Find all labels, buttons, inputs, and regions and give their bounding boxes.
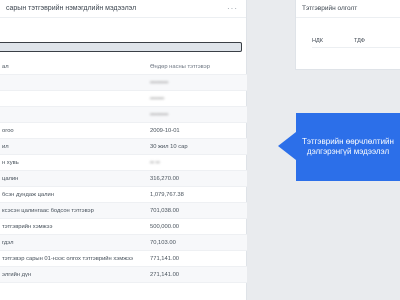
table-row: ••••••••• <box>0 107 247 123</box>
row-value: 316,270.00 <box>150 175 180 182</box>
row-value: 30 жил 10 сар <box>150 143 188 150</box>
table-row: бсэн дундаж цалин 1,079,767.38 <box>0 187 247 203</box>
row-value: 1,079,767.38 <box>150 191 184 198</box>
table-row: гдэл 70,103.00 <box>0 235 247 251</box>
table-row: цалин 316,270.00 <box>0 171 247 187</box>
row-value-redacted: ••••••••• <box>150 111 169 118</box>
column-headers: НДК ТДФ <box>312 38 400 48</box>
row-value: Өндөр насны тэтгэвэр <box>150 63 210 70</box>
info-table: ал Өндөр насны тэтгэвэр ••••••••• ••••••… <box>0 59 247 283</box>
row-label: н хувь <box>2 159 19 166</box>
row-value: 771,141.00 <box>150 255 180 262</box>
row-label: цалин <box>2 175 19 182</box>
row-label: бсэн дундаж цалин <box>2 191 54 198</box>
row-label: огоо <box>2 127 14 134</box>
dots-menu-icon[interactable]: ··· <box>227 4 238 13</box>
pension-payment-panel: Тэтгэврийн олголт НДК ТДФ <box>295 0 400 70</box>
column-header-tdf: ТДФ <box>354 38 365 44</box>
row-value: 70,103.00 <box>150 239 176 246</box>
row-value: 701,038.00 <box>150 207 180 214</box>
table-row: н хувь •• •• <box>0 155 247 171</box>
callout-box: Тэтгэврийн өөрчлөлтийн дэлгэрэнгүй мэдээ… <box>296 113 400 181</box>
row-value: 2009-10-01 <box>150 127 180 134</box>
table-row: ксэсэн цалингаас бодсон тэтгэвэр 701,038… <box>0 203 247 219</box>
panel-header: Тэтгэврийн олголт <box>296 0 400 18</box>
row-value-redacted: •• •• <box>150 159 160 166</box>
row-label: элгийн дүн <box>2 271 32 278</box>
row-label: ал <box>2 63 9 70</box>
row-label: ксэсэн цалингаас бодсон тэтгэвэр <box>2 207 94 214</box>
table-row: ал Өндөр насны тэтгэвэр <box>0 59 247 75</box>
row-value: 271,141.00 <box>150 271 180 278</box>
row-label: ил <box>2 143 9 150</box>
highlighted-row[interactable] <box>0 42 242 52</box>
row-label: тэтгэврийн хэмжээ <box>2 223 53 230</box>
panel-header: сарын тэтгэврийн нэмэгдлийн мэдээлэл ··· <box>0 0 246 18</box>
pension-increase-panel: сарын тэтгэврийн нэмэгдлийн мэдээлэл ···… <box>0 0 247 300</box>
table-row: ••••••• <box>0 91 247 107</box>
callout-text: Тэтгэврийн өөрчлөлтийн дэлгэрэнгүй мэдээ… <box>302 137 394 156</box>
row-value-redacted: ••••••••• <box>150 79 169 86</box>
row-value-redacted: ••••••• <box>150 95 165 102</box>
column-header-ndk: НДК <box>312 38 323 44</box>
table-row: тэтгэврийн хэмжээ 500,000.00 <box>0 219 247 235</box>
table-row: элгийн дүн 271,141.00 <box>0 267 247 283</box>
table-row: ил 30 жил 10 сар <box>0 139 247 155</box>
row-value: 500,000.00 <box>150 223 180 230</box>
callout-arrow <box>278 132 296 160</box>
row-label: гдэл <box>2 239 14 246</box>
panel-title: Тэтгэврийн олголт <box>302 5 358 12</box>
row-label: тэтгэвэр сарын 01-нээс олгох тэтгэврийн … <box>2 255 133 262</box>
table-row: тэтгэвэр сарын 01-нээс олгох тэтгэврийн … <box>0 251 247 267</box>
panel-title: сарын тэтгэврийн нэмэгдлийн мэдээлэл <box>6 5 137 12</box>
table-row: ••••••••• <box>0 75 247 91</box>
table-row: огоо 2009-10-01 <box>0 123 247 139</box>
